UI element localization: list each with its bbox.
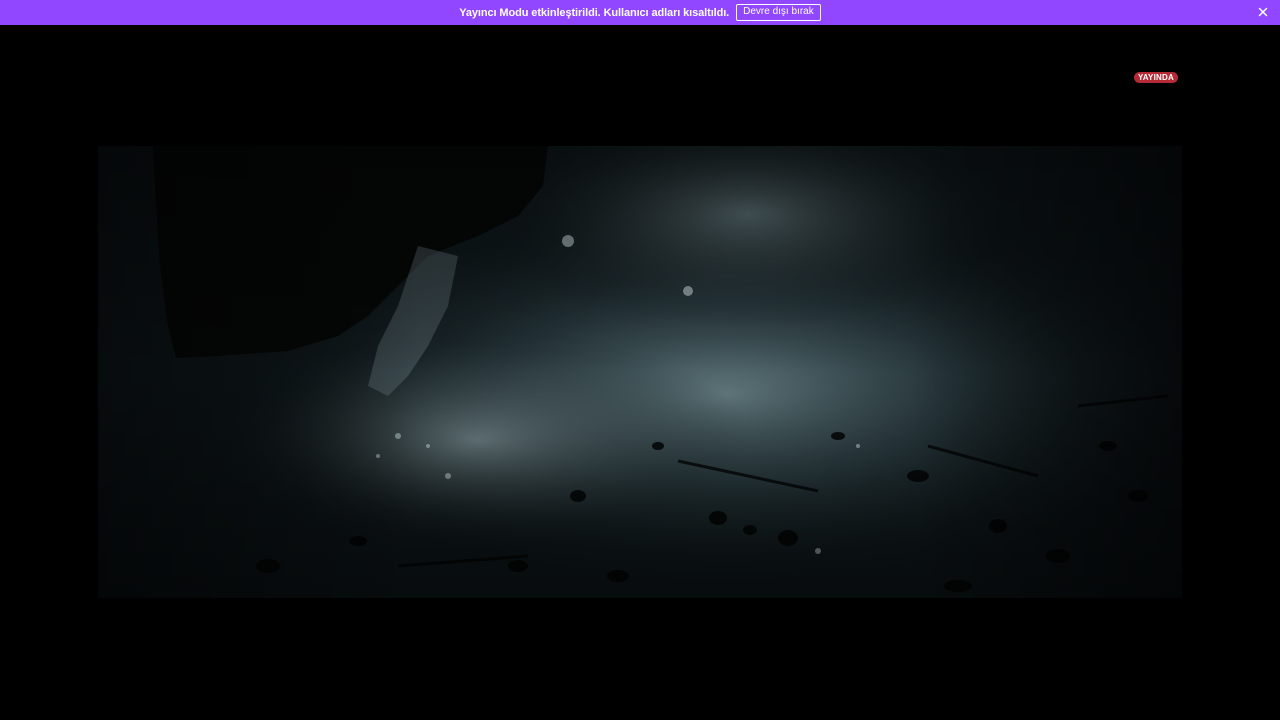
streamer-mode-banner: Yayıncı Modu etkinleştirildi. Kullanıcı … [0, 0, 1280, 25]
banner-message: Yayıncı Modu etkinleştirildi. Kullanıcı … [459, 6, 730, 19]
close-icon[interactable] [1256, 5, 1270, 19]
disable-streamer-mode-button[interactable]: Devre dışı bırak [736, 4, 821, 21]
live-badge: YAYINDA [1134, 72, 1178, 83]
video-frame[interactable] [98, 146, 1182, 598]
